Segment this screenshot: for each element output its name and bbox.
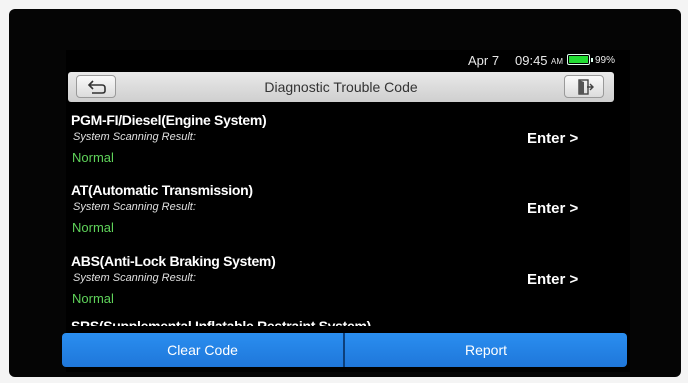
battery-percent: 99% [595,55,616,66]
list-item: AT(Automatic Transmission) System Scanni… [66,176,630,242]
action-bar: Clear Code Report [62,333,627,367]
system-name: AT(Automatic Transmission) [71,182,253,198]
battery-icon [567,54,593,65]
exit-button[interactable] [564,75,604,98]
list-item[interactable]: SRS(Supplemental Inflatable Restraint Sy… [66,308,630,326]
scan-result-label: System Scanning Result: [73,201,196,213]
clear-code-button[interactable]: Clear Code [62,333,343,367]
device-screen: Apr 7 09:45 AM 99% Diagnostic Trouble Co… [66,50,630,372]
enter-button[interactable]: Enter > [527,200,578,217]
status-bar: Apr 7 09:45 AM 99% [66,50,630,70]
page-title: Diagnostic Trouble Code [264,79,418,95]
system-list: PGM-FI/Diesel(Engine System) System Scan… [66,106,630,326]
status-date: Apr 7 [468,53,500,68]
status-time: 09:45 [515,53,548,68]
battery-level [569,56,588,63]
scan-result-label: System Scanning Result: [73,272,196,284]
system-name: ABS(Anti-Lock Braking System) [71,253,276,269]
header-bar: Diagnostic Trouble Code [68,72,614,102]
enter-button[interactable]: Enter > [527,130,578,147]
system-name: PGM-FI/Diesel(Engine System) [71,112,267,128]
scan-result-status: Normal [72,220,114,235]
system-name: SRS(Supplemental Inflatable Restraint Sy… [71,318,372,326]
enter-button[interactable]: Enter > [527,271,578,288]
exit-door-icon [578,79,594,95]
status-ampm: AM [551,57,563,66]
list-item: ABS(Anti-Lock Braking System) System Sca… [66,247,630,313]
scan-result-status: Normal [72,291,114,306]
list-item: PGM-FI/Diesel(Engine System) System Scan… [66,106,630,172]
scan-result-status: Normal [72,150,114,165]
scan-result-label: System Scanning Result: [73,131,196,143]
report-button[interactable]: Report [345,333,627,367]
